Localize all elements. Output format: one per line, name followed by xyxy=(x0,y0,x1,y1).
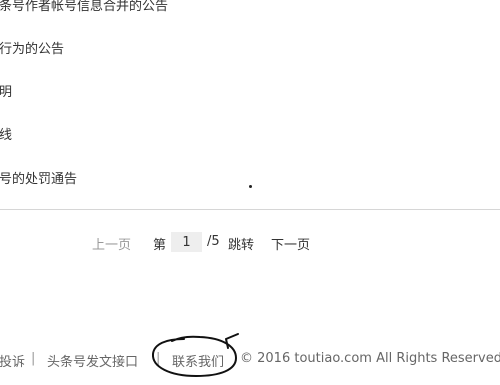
list-item[interactable]: 线 xyxy=(0,124,12,143)
cursor-dot xyxy=(249,185,252,188)
jump-button[interactable]: 跳转 xyxy=(228,234,254,253)
copyright-text: © 2016 toutiao.com All Rights Reserved xyxy=(240,351,500,366)
footer-separator: | xyxy=(31,351,36,366)
next-page-button[interactable]: 下一页 xyxy=(271,234,310,253)
page-prefix-label: 第 xyxy=(153,238,167,253)
contact-us-link[interactable]: 联系我们 xyxy=(172,351,224,370)
list-item[interactable]: 明 xyxy=(0,81,12,100)
list-item[interactable]: 条号作者帐号信息合并的公告 xyxy=(0,0,168,14)
prev-page-button[interactable]: 上一页 xyxy=(92,234,131,253)
list-item[interactable]: 行为的公告 xyxy=(0,38,64,57)
complaint-link[interactable]: 投诉 xyxy=(0,351,25,370)
api-link[interactable]: 头条号发文接口 xyxy=(47,351,138,370)
page-number-input[interactable] xyxy=(171,232,202,252)
list-item[interactable]: 号的处罚通告 xyxy=(0,168,77,187)
footer-separator: | xyxy=(156,351,161,366)
divider xyxy=(0,209,500,210)
page-total-label: /5 xyxy=(207,234,220,249)
